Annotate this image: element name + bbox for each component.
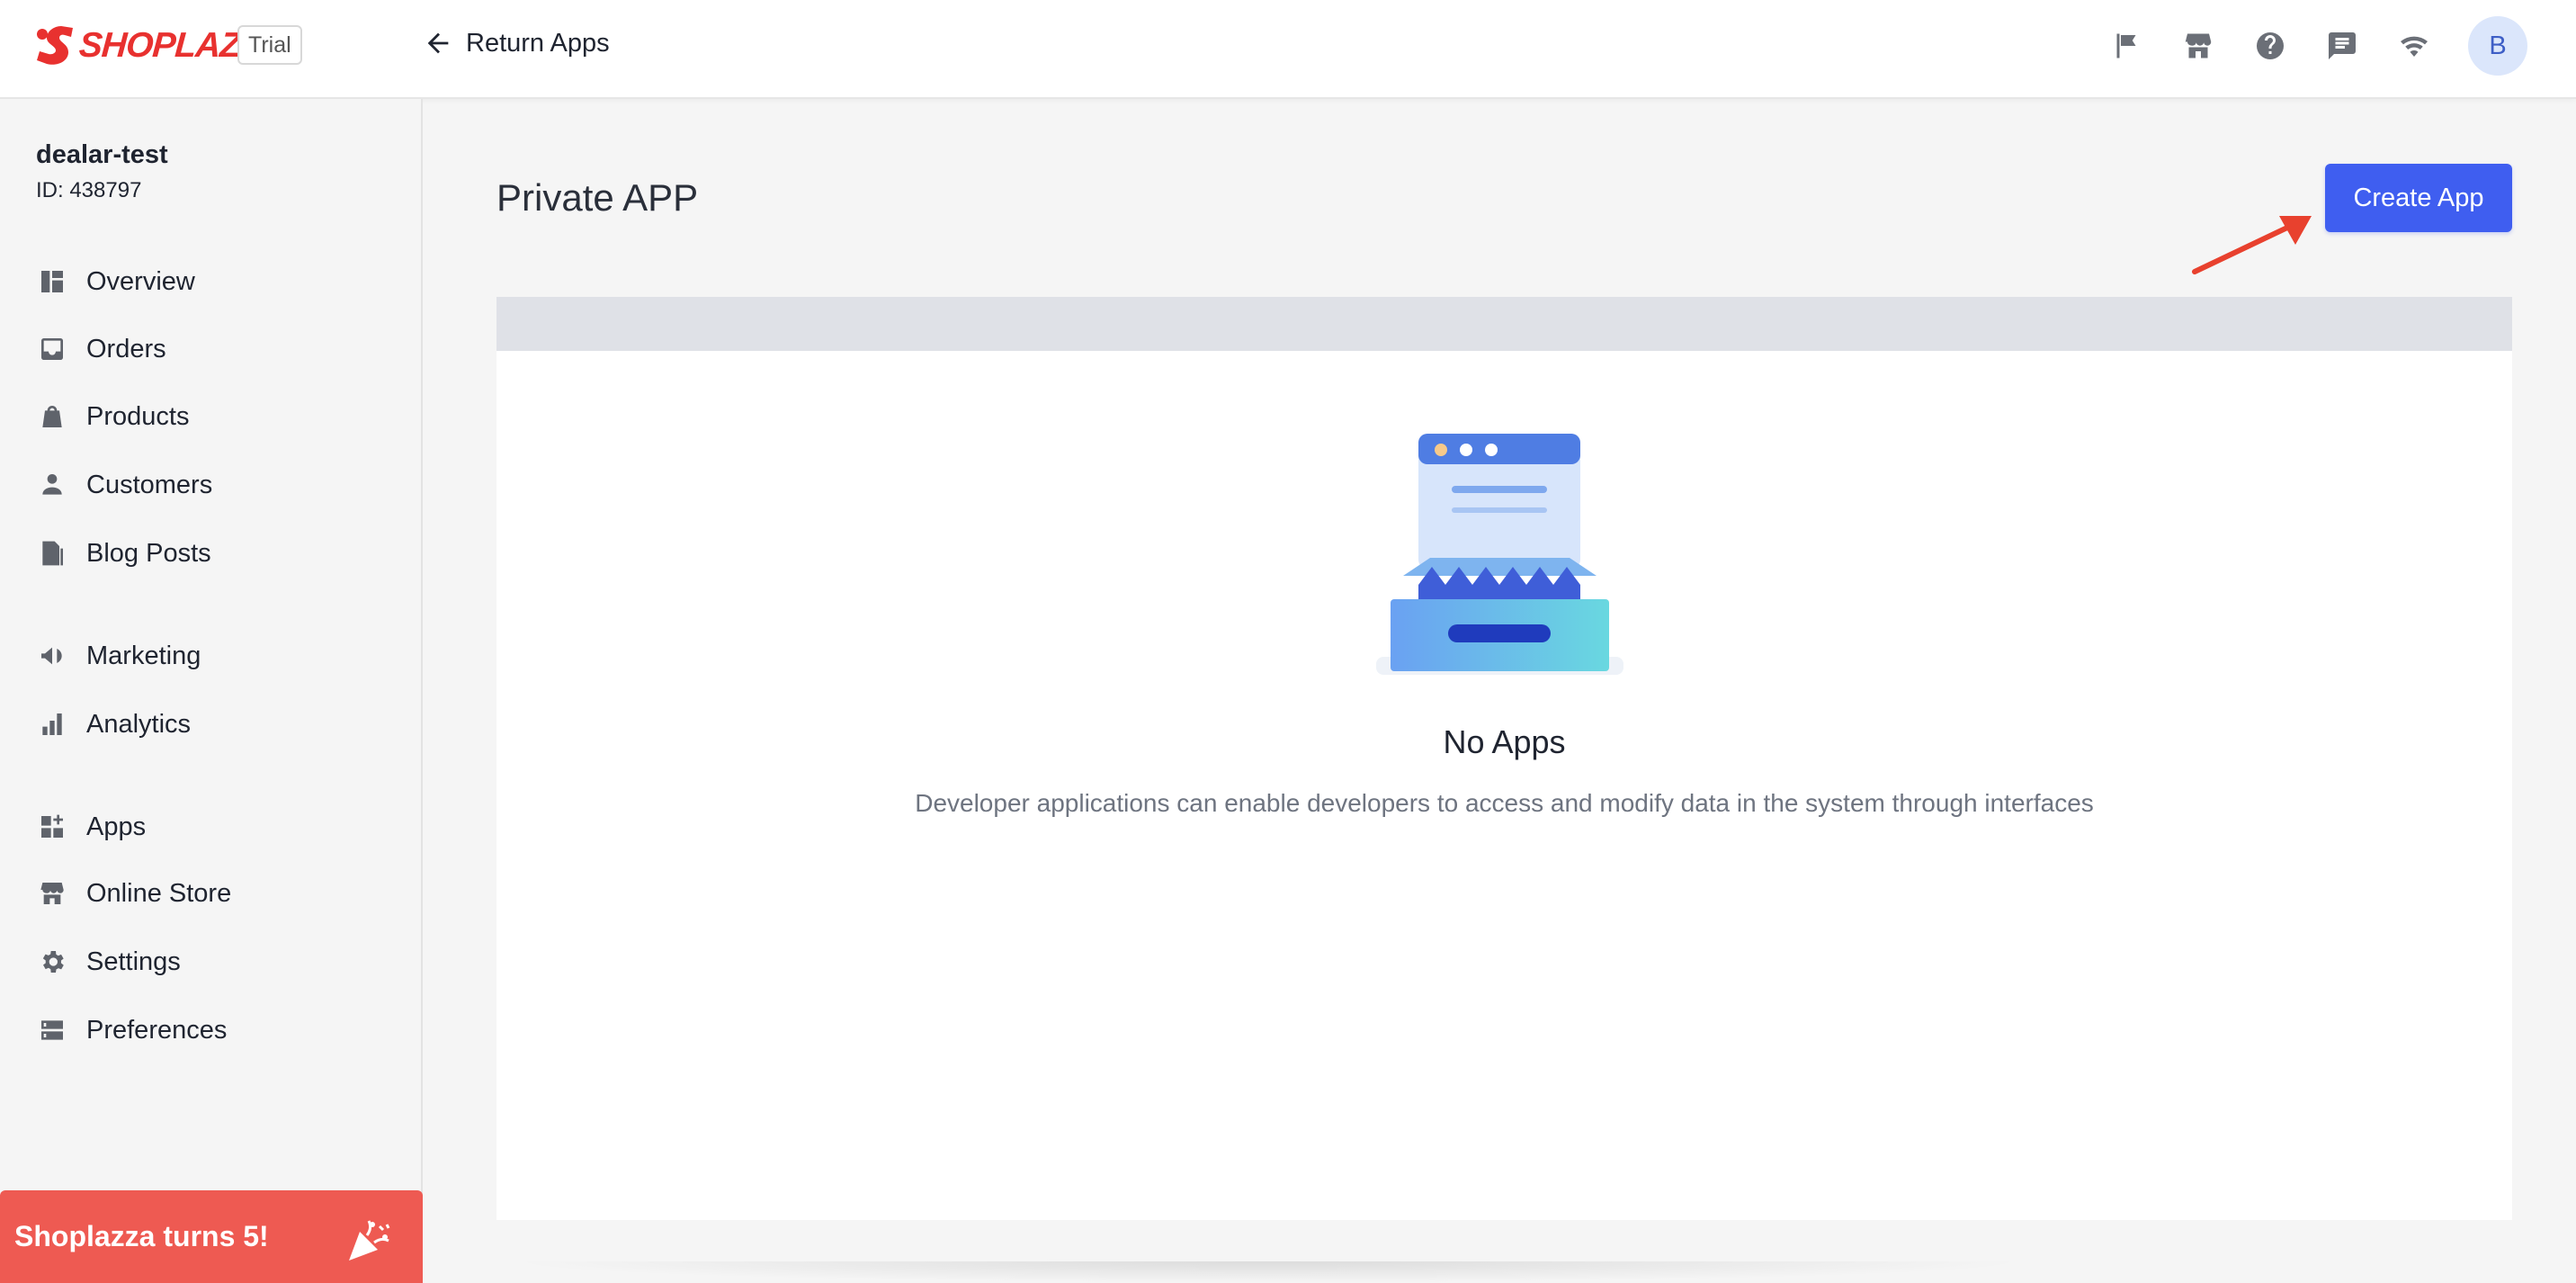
- server-icon: [36, 1014, 68, 1046]
- store-id: ID: 438797: [36, 178, 142, 202]
- sidebar-item-apps[interactable]: Apps: [36, 804, 396, 849]
- party-popper-icon: [349, 1220, 390, 1261]
- apps-icon: [36, 811, 68, 843]
- sidebar-item-preferences[interactable]: Preferences: [36, 1008, 396, 1053]
- bag-icon: [36, 400, 68, 433]
- sidebar-item-online-store[interactable]: Online Store: [36, 871, 396, 916]
- sidebar-item-label: Online Store: [86, 878, 232, 908]
- store-icon[interactable]: [2180, 28, 2216, 64]
- empty-state-description: Developer applications can enable develo…: [915, 789, 2094, 817]
- shoplazza-logo-icon: [37, 26, 73, 65]
- return-apps-label: Return Apps: [466, 28, 610, 58]
- megaphone-icon: [36, 640, 68, 672]
- footer-shadow: [504, 1261, 2033, 1283]
- annotation-arrow-icon: [2192, 216, 2312, 274]
- person-icon: [36, 469, 68, 501]
- dashboard-icon: [36, 265, 68, 298]
- sidebar-item-label: Blog Posts: [86, 538, 211, 568]
- sidebar-item-label: Preferences: [86, 1015, 228, 1045]
- user-avatar[interactable]: B: [2468, 16, 2527, 76]
- chat-icon[interactable]: [2324, 28, 2360, 64]
- sidebar-item-label: Overview: [86, 266, 195, 296]
- gear-icon: [36, 946, 68, 978]
- document-icon: [36, 537, 68, 570]
- sidebar-item-orders[interactable]: Orders: [36, 327, 396, 372]
- bar-chart-icon: [36, 708, 68, 740]
- create-app-button[interactable]: Create App: [2325, 164, 2512, 232]
- trial-badge: Trial: [237, 25, 302, 65]
- sidebar-item-settings[interactable]: Settings: [36, 939, 396, 984]
- wifi-icon[interactable]: [2396, 28, 2432, 64]
- sidebar: dealar-test ID: 438797 Overview Orders P…: [0, 99, 423, 1283]
- header-actions: B: [2108, 16, 2527, 76]
- flag-icon[interactable]: [2108, 28, 2144, 64]
- return-apps-link[interactable]: Return Apps: [423, 23, 610, 63]
- apps-table-header: [496, 297, 2512, 351]
- sidebar-item-blog-posts[interactable]: Blog Posts: [36, 531, 396, 576]
- sidebar-item-label: Orders: [86, 334, 166, 363]
- sidebar-item-label: Analytics: [86, 709, 192, 739]
- page-title: Private APP: [496, 176, 699, 219]
- store-icon: [36, 877, 68, 910]
- sidebar-item-label: Products: [86, 401, 190, 431]
- store-name: dealar-test: [36, 140, 168, 169]
- sidebar-item-analytics[interactable]: Analytics: [36, 702, 396, 747]
- sidebar-item-label: Settings: [86, 947, 181, 976]
- inbox-icon: [36, 333, 68, 365]
- sidebar-item-overview[interactable]: Overview: [36, 259, 396, 304]
- sidebar-item-label: Marketing: [86, 641, 201, 670]
- sidebar-item-products[interactable]: Products: [36, 394, 396, 439]
- top-bar: SHOPLAZZA Trial Return Apps B: [0, 0, 2576, 99]
- help-icon[interactable]: [2252, 28, 2288, 64]
- sidebar-item-customers[interactable]: Customers: [36, 462, 396, 507]
- empty-state-title: No Apps: [1443, 723, 1566, 760]
- arrow-left-icon: [427, 32, 449, 54]
- sidebar-item-label: Customers: [86, 470, 213, 499]
- empty-box-illustration: [1376, 434, 1623, 675]
- sidebar-item-label: Apps: [86, 812, 147, 841]
- anniversary-promo-banner[interactable]: Shoplazza turns 5!: [0, 1190, 423, 1283]
- promo-label: Shoplazza turns 5!: [14, 1220, 269, 1252]
- sidebar-item-marketing[interactable]: Marketing: [36, 633, 396, 678]
